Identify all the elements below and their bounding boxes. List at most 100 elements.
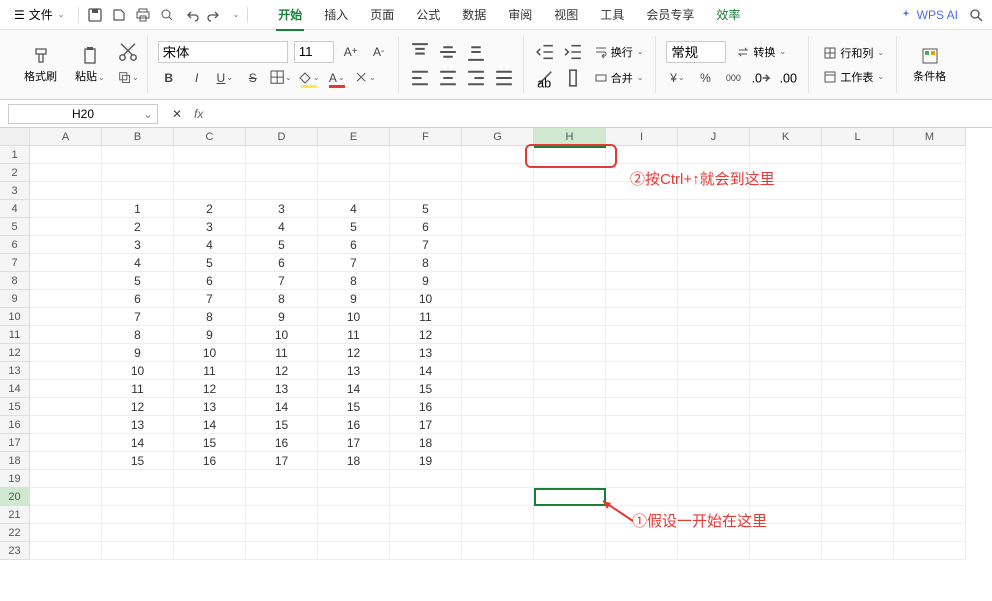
cell[interactable] [822,380,894,398]
cell-value[interactable]: 10 [174,344,246,362]
rows-cols-button[interactable]: 行和列⌄ [819,43,888,63]
cell[interactable] [534,416,606,434]
cell[interactable] [462,470,534,488]
cell[interactable] [606,470,678,488]
cell[interactable] [606,434,678,452]
cell[interactable] [678,344,750,362]
cell[interactable] [462,290,534,308]
cell[interactable] [894,470,966,488]
cell-value[interactable]: 6 [174,272,246,290]
increase-indent-icon[interactable] [562,41,584,63]
cell[interactable] [390,488,462,506]
cell[interactable] [174,542,246,560]
cell[interactable] [750,524,822,542]
cell[interactable] [606,416,678,434]
cell[interactable] [678,488,750,506]
conditional-format-button[interactable]: 条件格 [907,44,952,86]
cell[interactable] [174,524,246,542]
tab-data[interactable]: 数据 [460,2,488,27]
row-header-20[interactable]: 20 [0,488,30,506]
cell[interactable] [822,200,894,218]
cell[interactable] [534,434,606,452]
cell-value[interactable]: 9 [102,344,174,362]
cell[interactable] [894,434,966,452]
cell[interactable] [390,470,462,488]
file-menu-button[interactable]: ☰ 文件 ⌄ [8,4,70,25]
cell-value[interactable]: 6 [246,254,318,272]
cell[interactable] [678,326,750,344]
row-header-21[interactable]: 21 [0,506,30,524]
cell[interactable] [462,542,534,560]
cell[interactable] [534,542,606,560]
cell[interactable] [678,254,750,272]
cell-value[interactable]: 13 [246,380,318,398]
row-header-22[interactable]: 22 [0,524,30,542]
cell[interactable] [390,182,462,200]
row-header-14[interactable]: 14 [0,380,30,398]
cell[interactable] [534,236,606,254]
cell[interactable] [30,362,102,380]
cell[interactable] [30,416,102,434]
select-all-corner[interactable] [0,128,30,146]
cell-value[interactable]: 7 [390,236,462,254]
cell-value[interactable]: 7 [174,290,246,308]
cell[interactable] [606,524,678,542]
cell[interactable] [534,344,606,362]
cell[interactable] [894,542,966,560]
cell[interactable] [174,182,246,200]
row-header-6[interactable]: 6 [0,236,30,254]
decrease-decimal-icon[interactable]: .0 [750,67,772,89]
cell[interactable] [30,434,102,452]
cell[interactable] [894,398,966,416]
cell-value[interactable]: 16 [390,398,462,416]
col-header-I[interactable]: I [606,128,678,146]
cell[interactable] [606,542,678,560]
comma-icon[interactable]: 000 [722,67,744,89]
cell[interactable] [606,146,678,164]
cell[interactable] [30,272,102,290]
align-left-icon[interactable] [409,67,431,89]
cell[interactable] [822,182,894,200]
cell[interactable] [750,416,822,434]
cell[interactable] [462,164,534,182]
cell-value[interactable]: 15 [390,380,462,398]
cell[interactable] [822,434,894,452]
cell[interactable] [462,488,534,506]
cell-value[interactable]: 19 [390,452,462,470]
align-bottom-icon[interactable] [465,41,487,63]
row-header-12[interactable]: 12 [0,344,30,362]
fill-color-icon[interactable]: ⌄ [298,67,320,89]
cell[interactable] [894,380,966,398]
cell[interactable] [30,506,102,524]
col-header-M[interactable]: M [894,128,966,146]
cell[interactable] [534,506,606,524]
cell[interactable] [822,452,894,470]
tab-view[interactable]: 视图 [552,2,580,27]
cell[interactable] [822,290,894,308]
cell[interactable] [678,272,750,290]
cell[interactable] [606,290,678,308]
cell[interactable] [822,236,894,254]
cell[interactable] [30,164,102,182]
cell[interactable] [894,452,966,470]
print-preview-icon[interactable] [159,7,175,23]
cell-value[interactable]: 5 [318,218,390,236]
cell[interactable] [534,488,606,506]
cell[interactable] [750,470,822,488]
cell[interactable] [30,542,102,560]
cell[interactable] [750,434,822,452]
cell-value[interactable]: 11 [246,344,318,362]
cell-value[interactable]: 7 [102,308,174,326]
wps-ai-button[interactable]: WPS AI [899,8,958,22]
cell[interactable] [750,164,822,182]
strikethrough-icon[interactable]: S [242,67,264,89]
underline-icon[interactable]: U⌄ [214,67,236,89]
cell[interactable] [534,362,606,380]
cell-value[interactable]: 1 [102,200,174,218]
cell[interactable] [462,434,534,452]
cell[interactable] [606,164,678,182]
copy-icon[interactable]: ⌄ [117,67,139,89]
cell[interactable] [30,524,102,542]
align-top-icon[interactable] [409,41,431,63]
cell[interactable] [318,182,390,200]
